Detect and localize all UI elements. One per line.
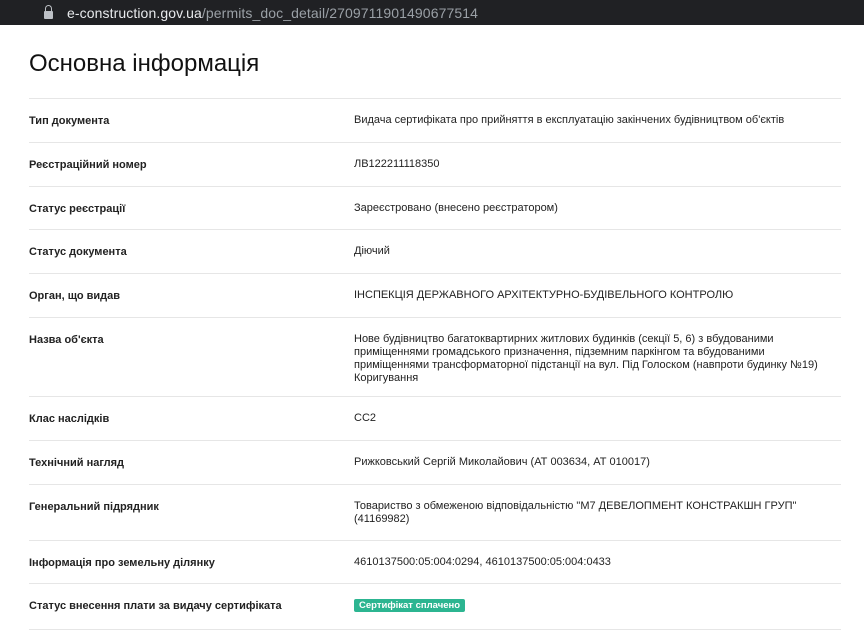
row-value: 4610137500:05:004:0294, 4610137500:05:00… (354, 556, 611, 568)
url-path: /permits_doc_detail/2709711901490677514 (201, 4, 479, 21)
row-value: Зареєстровано (внесено реєстратором) (354, 202, 558, 214)
info-row-document-type: Тип документа Видача сертифіката про при… (29, 99, 841, 143)
info-row-payment-status: Статус внесення плати за видачу сертифік… (29, 584, 841, 630)
row-label: Статус реєстрації (29, 203, 126, 215)
row-value: Нове будівництво багатоквартирних житлов… (354, 333, 818, 384)
row-label: Реєстраційний номер (29, 159, 147, 171)
row-label: Інформація про земельну ділянку (29, 557, 215, 569)
row-label: Статус внесення плати за видачу сертифік… (29, 600, 282, 612)
info-row-object-name: Назва об'єкта Нове будівництво багатоква… (29, 318, 841, 397)
lock-icon[interactable] (44, 4, 53, 19)
info-row-issuing-authority: Орган, що видав ІНСПЕКЦІЯ ДЕРЖАВНОГО АРХ… (29, 274, 841, 318)
row-label: Статус документа (29, 246, 127, 258)
row-value: Діючий (354, 245, 390, 257)
info-row-registration-status: Статус реєстрації Зареєстровано (внесено… (29, 187, 841, 230)
row-value: Видача сертифіката про прийняття в експл… (354, 114, 785, 126)
info-row-consequence-class: Клас наслідків СС2 (29, 397, 841, 441)
row-value: Сертифікат сплачено (354, 599, 841, 629)
row-value: ІНСПЕКЦІЯ ДЕРЖАВНОГО АРХІТЕКТУРНО-БУДІВЕ… (354, 289, 734, 301)
row-value: СС2 (354, 412, 377, 424)
status-badge: Сертифікат сплачено (354, 599, 466, 612)
info-row-land-plot: Інформація про земельну ділянку 46101375… (29, 541, 841, 584)
row-value: ЛВ122211118350 (354, 158, 440, 170)
row-label: Клас наслідків (29, 413, 110, 425)
info-row-technical-supervision: Технічний нагляд Рижковський Сергій Мико… (29, 441, 841, 485)
browser-address-bar[interactable]: e-construction.gov.ua/permits_doc_detail… (0, 0, 864, 25)
url-field[interactable]: e-construction.gov.ua/permits_doc_detail… (67, 5, 478, 21)
row-value: Товариство з обмеженою відповідальністю … (354, 500, 797, 525)
row-label: Назва об'єкта (29, 334, 104, 346)
url-host: e-construction.gov.ua (67, 4, 202, 21)
row-value: Рижковський Сергій Миколайович (АТ 00363… (354, 456, 650, 468)
page-title: Основна інформація (29, 25, 841, 99)
row-label: Генеральний підрядник (29, 501, 159, 513)
info-row-registration-number: Реєстраційний номер ЛВ122211118350 (29, 143, 841, 187)
info-row-general-contractor: Генеральний підрядник Товариство з обмеж… (29, 485, 841, 541)
row-label: Орган, що видав (29, 290, 121, 302)
row-label: Технічний нагляд (29, 457, 125, 469)
main-content: Основна інформація Тип документа Видача … (0, 25, 864, 630)
row-label: Тип документа (29, 115, 110, 127)
info-row-document-status: Статус документа Діючий (29, 230, 841, 274)
